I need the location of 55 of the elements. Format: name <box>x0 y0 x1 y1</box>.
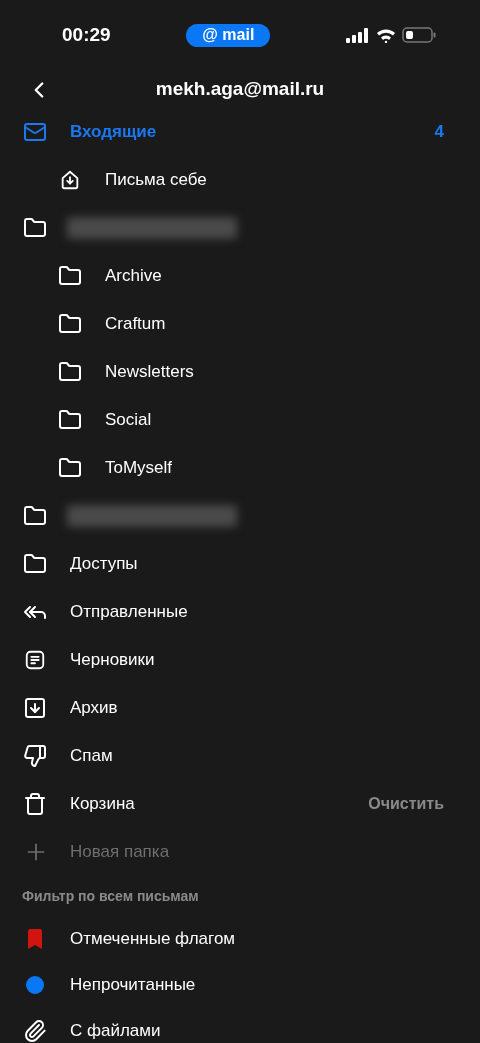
folder-icon <box>58 456 82 480</box>
folder-item[interactable]: Newsletters <box>0 348 480 396</box>
folder-icon <box>58 408 82 432</box>
folder-label: Доступы <box>70 553 138 576</box>
folder-label: ToMyself <box>105 457 173 480</box>
mail-icon <box>23 120 47 144</box>
folder-icon <box>58 312 82 336</box>
paperclip-icon <box>23 1019 47 1043</box>
unread-count: 4 <box>434 121 444 144</box>
clear-button[interactable]: Очистить <box>368 792 444 816</box>
folder-label: Спам <box>70 745 113 768</box>
folder-label: Отправленные <box>70 601 188 624</box>
folder-item[interactable]: Craftum <box>0 300 480 348</box>
filter-label: Непрочитанные <box>70 974 196 997</box>
folder-item[interactable]: ToMyself <box>0 444 480 492</box>
document-icon <box>24 649 46 671</box>
folder-label: Archive <box>105 265 162 288</box>
folder-icon <box>23 552 47 576</box>
filter-item[interactable]: С файлами <box>0 1008 480 1043</box>
folder-item[interactable]: Archive <box>0 252 480 300</box>
folder-label: Письма себе <box>105 169 207 192</box>
folder-icon <box>23 216 47 240</box>
trash-icon <box>23 792 47 816</box>
folder-label: Newsletters <box>105 361 194 384</box>
folder-icon <box>58 264 82 288</box>
folder-label: Корзина <box>70 793 135 816</box>
folder-item[interactable]: Корзина Очистить <box>0 780 480 828</box>
folder-icon <box>23 504 47 528</box>
folder-label: Social <box>105 409 152 432</box>
wifi-icon <box>376 27 396 43</box>
signal-icon <box>346 27 370 43</box>
folder-label: Входящие <box>70 121 157 144</box>
folder-item[interactable]: Отправленные <box>0 588 480 636</box>
section-title: Фильтр по всем письмам <box>22 886 199 906</box>
filter-label: С файлами <box>70 1020 161 1043</box>
folder-item[interactable]: Доступы <box>0 540 480 588</box>
folder-label: Архив <box>70 697 118 720</box>
archive-icon <box>23 696 47 720</box>
folder-item[interactable]: Письма себе <box>0 156 480 204</box>
folder-label: Черновики <box>70 649 155 672</box>
folder-label: Craftum <box>105 313 166 336</box>
filter-item[interactable]: Отмеченные флагом <box>0 916 480 962</box>
thumbs-down-icon <box>23 744 47 768</box>
app-pill: @ mail <box>186 23 271 47</box>
battery-icon <box>402 27 436 43</box>
folder-item[interactable]: Social <box>0 396 480 444</box>
folder-item[interactable]: Архив <box>0 684 480 732</box>
account-title: mekh.aga@mail.ru <box>155 76 325 101</box>
folder-icon <box>58 360 82 384</box>
status-time: 00:29 <box>62 22 111 47</box>
folder-item[interactable]: Спам <box>0 732 480 780</box>
filter-label: Отмеченные флагом <box>70 928 236 951</box>
house-arrow-icon <box>59 169 81 191</box>
filter-item[interactable]: Непрочитанные <box>0 962 480 1008</box>
folder-item[interactable]: Черновики <box>0 636 480 684</box>
